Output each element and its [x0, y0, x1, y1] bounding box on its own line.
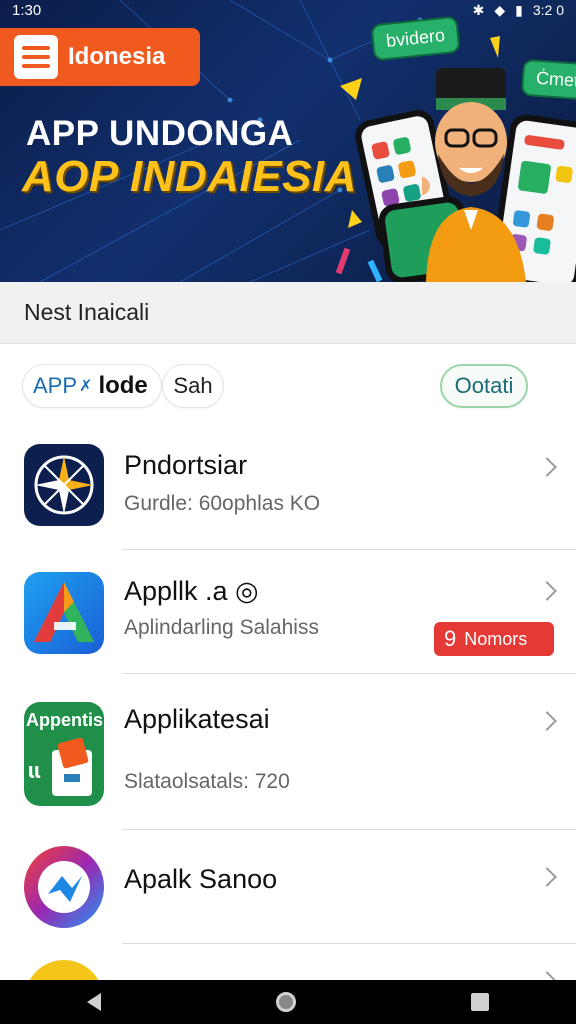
arrow-a-icon: [24, 572, 104, 654]
battery-icon: ▮: [515, 1, 523, 18]
section-title: Nest Inaicali: [24, 299, 150, 325]
promo-badge-number: 9: [444, 626, 457, 651]
system-nav-bar: [0, 980, 576, 1024]
green-box-icon: Appentis ɩɩ: [24, 702, 104, 806]
brand-name: Idonesia: [68, 43, 166, 70]
yellow-circle-icon: [24, 960, 104, 980]
list-item-title: Pndortsiar: [124, 450, 248, 480]
status-bar: 1:30 ✱ ◆ ▮ 3:2 0: [0, 0, 576, 20]
brand-logo: Idonesia: [0, 28, 200, 86]
status-right-time: 3:2 0: [532, 2, 564, 18]
list-item[interactable]: Appentis ɩɩ Applikatesai Slataolsatals: …: [0, 674, 576, 830]
chevron-right-icon: [537, 867, 557, 887]
filter-chip-app-value: lode: [98, 372, 148, 399]
filter-chip-app[interactable]: APP ✗ lode: [22, 364, 162, 408]
banner-title: APP UNDONGA: [26, 114, 294, 153]
chevron-right-icon: [537, 971, 557, 980]
recent-apps-icon[interactable]: [470, 993, 489, 1011]
colorful-loop-icon: [24, 846, 104, 928]
list-item-subtitle: Slataolsatals: 720: [124, 770, 290, 793]
filter-chip-secondary[interactable]: Sah: [162, 364, 224, 408]
list-item[interactable]: Pndortsiar Gurdle: 60ophlas KO: [0, 430, 576, 550]
promo-banner[interactable]: Idonesia APP UNDONGA AOP INDAIESIA bvide…: [0, 0, 576, 282]
list-item-subtitle: Gurdle: 60ophlas KO: [124, 492, 321, 515]
compass-icon: [24, 444, 104, 526]
wifi-icon: ◆: [494, 1, 506, 18]
banner-subtitle: AOP INDAIESIA: [22, 152, 357, 201]
filter-chip-action-label: Ootati: [454, 373, 514, 398]
signal-icon: ✱: [472, 1, 485, 18]
list-item[interactable]: Apalk Sanoo: [0, 830, 576, 944]
section-header: Nest Inaicali: [0, 282, 576, 344]
status-icons: ✱ ◆ ▮ 3:2 0: [473, 2, 564, 19]
app-icon-label: Appentis: [26, 710, 104, 730]
home-icon[interactable]: [275, 992, 296, 1012]
list-item[interactable]: [0, 944, 576, 980]
promo-badge[interactable]: 9 Nomors: [434, 622, 554, 656]
back-icon[interactable]: [87, 993, 102, 1011]
filter-chip-secondary-label: Sah: [173, 373, 213, 398]
promo-badge-label: Nomors: [464, 628, 528, 649]
close-icon: ✗: [79, 378, 93, 395]
list-item-subtitle: Aplindarling Salahiss: [124, 616, 319, 639]
mascot-character-illustration: [422, 68, 526, 282]
chevron-right-icon: [537, 711, 557, 731]
filter-row: APP ✗ lode Sah Ootati: [22, 364, 554, 410]
list-item-title: Applikatesai: [124, 704, 270, 734]
filter-chip-app-label: APP: [33, 373, 78, 398]
filter-chip-action[interactable]: Ootati: [440, 364, 528, 408]
list-item-title: Apalk Sanoo: [124, 864, 278, 894]
status-time: 1:30: [12, 1, 42, 19]
list-item-title: Appllk .a ◎: [124, 576, 259, 606]
menu-list-icon: [14, 35, 58, 79]
chevron-right-icon: [537, 457, 557, 477]
chevron-right-icon: [537, 581, 557, 601]
app-icon-glyph: ɩɩ: [28, 758, 41, 783]
